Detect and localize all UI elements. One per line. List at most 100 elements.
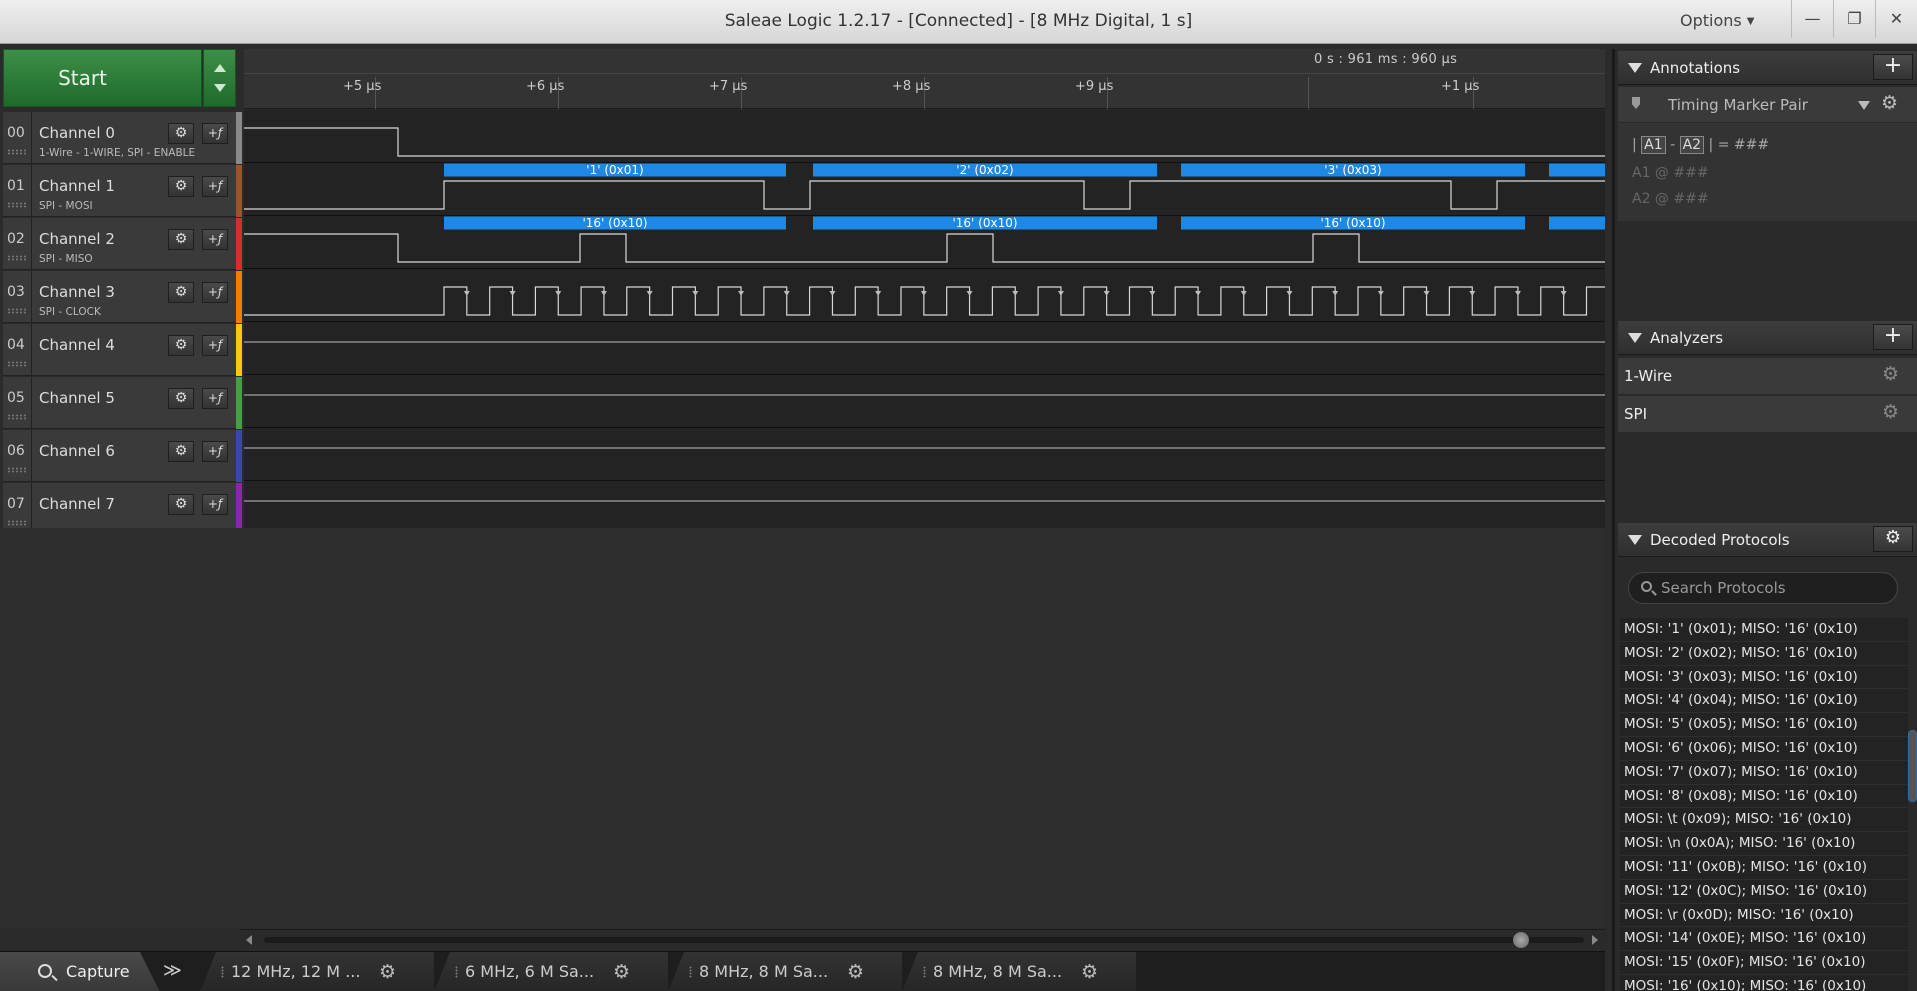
drag-handle-icon[interactable] <box>923 966 926 978</box>
decoded-protocol-item[interactable]: MOSI: '11' (0x0B); MISO: '16' (0x10) <box>1620 856 1908 880</box>
marker-pin-icon[interactable] <box>1632 97 1640 109</box>
decoded-protocol-item[interactable]: MOSI: \n (0x0A); MISO: '16' (0x10) <box>1620 832 1908 856</box>
drag-handle-icon[interactable] <box>7 149 27 155</box>
scroll-right-icon[interactable] <box>1592 935 1598 945</box>
decoded-protocol-item[interactable]: MOSI: '8' (0x08); MISO: '16' (0x10) <box>1620 785 1908 809</box>
waveform-canvas[interactable]: '1' (0x01) '2' (0x02) '3' (0x03) '16' (0x10… <box>244 110 1605 528</box>
drag-handle-icon[interactable] <box>7 255 27 261</box>
channel-row-01[interactable]: 01 Channel 1 SPI - MOSI ⚙ +ƒ <box>3 165 236 217</box>
channel-row-05[interactable]: 05 Channel 5 ⚙ +ƒ <box>3 377 236 429</box>
channel-name[interactable]: Channel 0 <box>39 124 115 142</box>
analyzers-header[interactable]: Analyzers + <box>1618 321 1917 355</box>
restore-button[interactable]: ❐ <box>1833 0 1875 38</box>
collapse-triangle-icon[interactable] <box>1628 63 1642 73</box>
trigger-settings-button[interactable]: +ƒ <box>202 229 228 250</box>
annotations-header[interactable]: Annotations + <box>1618 51 1917 85</box>
analyzer-item[interactable]: 1-Wire ⚙ <box>1618 358 1917 395</box>
start-button[interactable]: Start <box>3 49 202 107</box>
gear-icon[interactable]: ⚙ <box>1081 952 1098 991</box>
channel-name[interactable]: Channel 3 <box>39 283 115 301</box>
trigger-settings-button[interactable]: +ƒ <box>202 176 228 197</box>
more-tabs-button[interactable]: ≫ <box>163 960 182 981</box>
chevron-down-icon[interactable] <box>1858 101 1870 110</box>
decoded-protocol-item[interactable]: MOSI: \t (0x09); MISO: '16' (0x10) <box>1620 808 1908 833</box>
decoded-protocols-list[interactable]: MOSI: '1' (0x01); MISO: '16' (0x10) MOSI:… <box>1620 618 1908 991</box>
drag-handle-icon[interactable] <box>7 520 27 526</box>
gear-icon[interactable]: ⚙ <box>613 952 630 991</box>
decoded-protocol-item[interactable]: MOSI: \r (0x0D); MISO: '16' (0x10) <box>1620 904 1908 928</box>
decoded-protocol-item[interactable]: MOSI: '14' (0x0E); MISO: '16' (0x10) <box>1620 927 1908 952</box>
session-tab[interactable]: 8 MHz, 8 M Sa... ⚙ <box>902 952 1136 991</box>
decoded-protocol-item[interactable]: MOSI: '12' (0x0C); MISO: '16' (0x10) <box>1620 880 1908 904</box>
drag-handle-icon[interactable] <box>455 966 458 978</box>
channel-name[interactable]: Channel 7 <box>39 495 115 513</box>
decoded-protocol-item[interactable]: MOSI: '16' (0x10); MISO: '16' (0x10) <box>1620 975 1908 991</box>
channel-row-03[interactable]: 03 Channel 3 SPI - CLOCK ⚙ +ƒ <box>3 271 236 323</box>
channel-settings-button[interactable]: ⚙ <box>168 441 194 462</box>
session-tab[interactable]: 6 MHz, 6 M Sa... ⚙ <box>434 952 668 991</box>
add-analyzer-button[interactable]: + <box>1873 324 1913 350</box>
horizontal-scrollbar[interactable] <box>240 929 1605 949</box>
trigger-settings-button[interactable]: +ƒ <box>202 388 228 409</box>
channel-name[interactable]: Channel 5 <box>39 389 115 407</box>
trigger-settings-button[interactable]: +ƒ <box>202 123 228 144</box>
decoded-protocol-item[interactable]: MOSI: '2' (0x02); MISO: '16' (0x10) <box>1620 642 1908 666</box>
analyzer-item[interactable]: SPI ⚙ <box>1618 396 1917 433</box>
channel-name[interactable]: Channel 4 <box>39 336 115 354</box>
search-input[interactable] <box>1661 577 1891 599</box>
trigger-settings-button[interactable]: +ƒ <box>202 282 228 303</box>
add-annotation-button[interactable]: + <box>1873 54 1913 80</box>
drag-handle-icon[interactable] <box>7 467 27 473</box>
channel-row-02[interactable]: 02 Channel 2 SPI - MISO ⚙ +ƒ <box>3 218 236 270</box>
trigger-settings-button[interactable]: +ƒ <box>202 335 228 356</box>
gear-icon[interactable]: ⚙ <box>379 952 396 991</box>
decoded-protocols-header[interactable]: Decoded Protocols ⚙ <box>1618 523 1917 557</box>
scroll-left-icon[interactable] <box>246 935 252 945</box>
session-tab[interactable]: 8 MHz, 8 M Sa... ⚙ <box>668 952 902 991</box>
drag-handle-icon[interactable] <box>7 361 27 367</box>
gear-icon[interactable]: ⚙ <box>847 952 864 991</box>
gear-icon[interactable]: ⚙ <box>1881 92 1898 114</box>
decoded-protocol-item[interactable]: MOSI: '15' (0x0F); MISO: '16' (0x10) <box>1620 951 1908 975</box>
start-options-stepper[interactable] <box>203 49 236 107</box>
options-menu[interactable]: Options ▼ <box>1680 11 1754 30</box>
channel-settings-button[interactable]: ⚙ <box>168 494 194 515</box>
session-tab[interactable]: 12 MHz, 12 M ... ⚙ <box>200 952 434 991</box>
drag-handle-icon[interactable] <box>689 966 692 978</box>
channel-row-00[interactable]: 00 Channel 0 1-Wire - 1-WIRE, SPI - ENAB… <box>3 112 236 164</box>
channel-name[interactable]: Channel 6 <box>39 442 115 460</box>
channel-settings-button[interactable]: ⚙ <box>168 388 194 409</box>
drag-handle-icon[interactable] <box>7 414 27 420</box>
capture-tab[interactable]: Capture <box>0 952 160 991</box>
minimize-button[interactable]: — <box>1791 0 1833 38</box>
close-button[interactable]: ✕ <box>1875 0 1917 38</box>
decoded-protocol-item[interactable]: MOSI: '5' (0x05); MISO: '16' (0x10) <box>1620 713 1908 737</box>
trigger-settings-button[interactable]: +ƒ <box>202 494 228 515</box>
vertical-scroll-thumb[interactable] <box>1908 730 1917 802</box>
timing-marker-pair-row[interactable]: Timing Marker Pair ⚙ <box>1618 87 1917 123</box>
trigger-settings-button[interactable]: +ƒ <box>202 441 228 462</box>
decoded-protocol-item[interactable]: MOSI: '4' (0x04); MISO: '16' (0x10) <box>1620 689 1908 714</box>
channel-name[interactable]: Channel 1 <box>39 177 115 195</box>
decoded-protocol-item[interactable]: MOSI: '6' (0x06); MISO: '16' (0x10) <box>1620 737 1908 761</box>
collapse-triangle-icon[interactable] <box>1628 535 1642 545</box>
scroll-thumb[interactable] <box>1513 932 1529 948</box>
channel-settings-button[interactable]: ⚙ <box>168 123 194 144</box>
channel-settings-button[interactable]: ⚙ <box>168 282 194 303</box>
channel-settings-button[interactable]: ⚙ <box>168 176 194 197</box>
search-protocols[interactable] <box>1628 572 1898 604</box>
channel-settings-button[interactable]: ⚙ <box>168 229 194 250</box>
gear-icon[interactable]: ⚙ <box>1882 401 1899 423</box>
decoded-settings-button[interactable]: ⚙ <box>1873 526 1913 552</box>
channel-row-04[interactable]: 04 Channel 4 ⚙ +ƒ <box>3 324 236 376</box>
gear-icon[interactable]: ⚙ <box>1882 363 1899 385</box>
channel-name[interactable]: Channel 2 <box>39 230 115 248</box>
collapse-triangle-icon[interactable] <box>1628 333 1642 343</box>
drag-handle-icon[interactable] <box>7 308 27 314</box>
decoded-protocol-item[interactable]: MOSI: '7' (0x07); MISO: '16' (0x10) <box>1620 761 1908 785</box>
drag-handle-icon[interactable] <box>7 202 27 208</box>
waveform-area[interactable]: '1' (0x01) '2' (0x02) '3' (0x03) '16' (0x10… <box>244 110 1605 528</box>
scroll-track[interactable] <box>264 937 1584 943</box>
channel-settings-button[interactable]: ⚙ <box>168 335 194 356</box>
channel-row-06[interactable]: 06 Channel 6 ⚙ +ƒ <box>3 430 236 482</box>
